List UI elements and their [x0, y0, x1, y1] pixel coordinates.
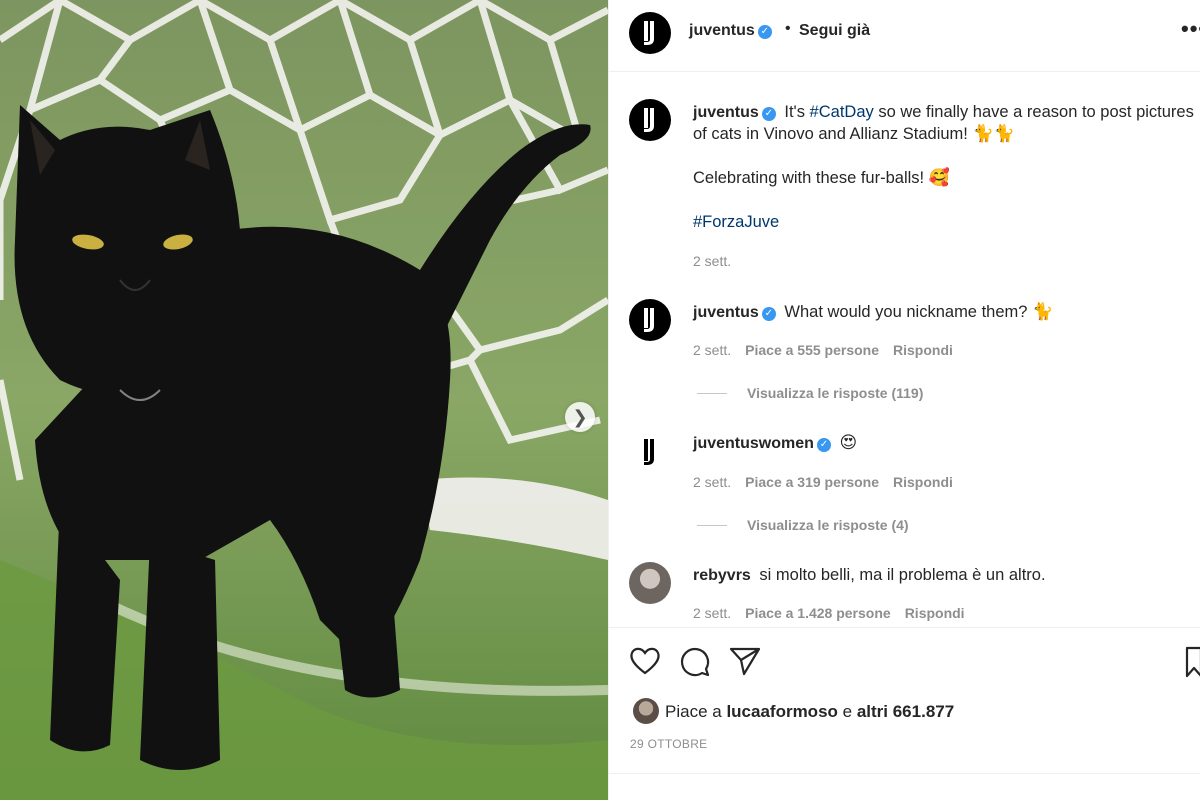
author-username[interactable]: juventus ✓ [689, 22, 772, 40]
comment-body: si molto belli, ma il problema è un altr… [759, 566, 1046, 584]
caption-username[interactable]: juventus ✓ [693, 104, 776, 121]
caption-text: Celebrating with these fur-balls! [693, 169, 929, 187]
post-actions: Piace a lucaaformoso e altri 661.877 29 … [609, 627, 1200, 773]
liker-username-link[interactable]: lucaaformoso [726, 702, 837, 721]
likes-conjunction: e [837, 702, 857, 721]
cat-emoji: 🐈🐈 [972, 124, 1015, 144]
juventus-logo-icon [644, 308, 654, 332]
caption-line-4: #ForzaJuve [693, 211, 779, 233]
verified-badge-icon: ✓ [816, 438, 831, 452]
caption-time[interactable]: 2 sett. [693, 253, 731, 269]
comment-meta: 2 sett. Piace a 319 persone Rispondi [693, 474, 967, 490]
paper-plane-icon[interactable] [729, 646, 761, 676]
view-replies-button[interactable]: Visualizza le risposte (119) [697, 385, 923, 401]
view-replies-label: Visualizza le risposte (4) [747, 517, 909, 533]
caption-meta: 2 sett. [693, 253, 745, 269]
next-photo-button[interactable]: ❯ [565, 402, 595, 432]
post-header: juventus✓ • Segui già ••• [609, 0, 1200, 72]
cat-photo-image [0, 0, 608, 800]
cat-emoji: 🐈 [1032, 302, 1054, 322]
hashtag-catday-link[interactable]: #CatDay [810, 103, 874, 121]
comment-text: rebyvrs si molto belli, ma il problema è… [693, 564, 1046, 587]
comment-body: What would you nickname them? [784, 303, 1033, 321]
caption-text: of cats in Vinovo and Allianz Stadium! [693, 125, 973, 143]
separator-dot: • [785, 20, 791, 37]
comment-text: juventus ✓ What would you nickname them? … [693, 301, 1053, 324]
chevron-right-icon: ❯ [572, 406, 588, 427]
heart-icon[interactable] [629, 646, 661, 676]
more-options-icon[interactable]: ••• [1181, 16, 1200, 42]
comment-time[interactable]: 2 sett. [693, 605, 731, 621]
comment-avatar[interactable] [629, 562, 671, 604]
likes-prefix: Piace a [665, 702, 727, 721]
comment-meta: 2 sett. Piace a 1.428 persone Rispondi [693, 605, 979, 621]
comment-username[interactable]: rebyvrs [693, 567, 751, 584]
comment-avatar[interactable] [629, 431, 671, 473]
comment-icon[interactable] [679, 646, 711, 678]
likes-others-link[interactable]: altri 661.877 [857, 702, 954, 721]
caption-text: It's [784, 103, 810, 121]
view-replies-label: Visualizza le risposte (119) [747, 385, 924, 401]
replies-divider [697, 393, 727, 394]
juventus-logo-icon [644, 21, 654, 45]
comment-meta: 2 sett. Piace a 555 persone Rispondi [693, 342, 967, 358]
comment-likes-count[interactable]: Piace a 319 persone [745, 474, 879, 490]
comment-likes-count[interactable]: Piace a 555 persone [745, 342, 879, 358]
follow-status-button[interactable]: Segui già [799, 22, 870, 40]
post-date[interactable]: 29 OTTOBRE [630, 737, 707, 751]
caption-line-3: Celebrating with these fur-balls! 🥰 [693, 167, 950, 189]
verified-badge-icon: ✓ [761, 107, 776, 121]
comment-likes-count[interactable]: Piace a 1.428 persone [745, 605, 891, 621]
author-avatar[interactable] [629, 12, 671, 54]
juventus-logo-icon [644, 108, 654, 132]
comment-time[interactable]: 2 sett. [693, 342, 731, 358]
caption-line-2: of cats in Vinovo and Allianz Stadium! 🐈… [693, 123, 1015, 145]
reply-button[interactable]: Rispondi [905, 605, 965, 621]
comment-avatar[interactable] [629, 299, 671, 341]
caption-line-1: juventus ✓ It's #CatDay so we finally hav… [693, 101, 1194, 124]
comment-username[interactable]: juventuswomen ✓ [693, 435, 831, 452]
hashtag-forzajuve-link[interactable]: #ForzaJuve [693, 213, 779, 231]
comment-time[interactable]: 2 sett. [693, 474, 731, 490]
reply-button[interactable]: Rispondi [893, 342, 953, 358]
comment-text: juventuswomen ✓ 😍 [693, 432, 857, 455]
comment-username[interactable]: juventus ✓ [693, 304, 776, 321]
post-side-panel: juventus✓ • Segui già ••• juventus✓ It's… [608, 0, 1200, 800]
add-comment-bar[interactable] [609, 773, 1200, 800]
bookmark-icon[interactable] [1185, 646, 1200, 678]
view-replies-button[interactable]: Visualizza le risposte (4) [697, 517, 909, 533]
caption-text: so we finally have a reason to post pict… [873, 103, 1194, 121]
likes-summary: Piace a lucaaformoso e altri 661.877 [665, 702, 954, 722]
replies-divider [697, 525, 727, 526]
liker-avatar[interactable] [633, 698, 659, 724]
post-photo[interactable]: ❯ [0, 0, 608, 800]
verified-badge-icon: ✓ [761, 307, 776, 321]
reply-button[interactable]: Rispondi [893, 474, 953, 490]
smiling-hearts-emoji: 🥰 [928, 168, 950, 188]
comments-list[interactable]: juventus ✓ It's #CatDay so we finally hav… [609, 73, 1200, 626]
verified-badge-icon: ✓ [757, 25, 772, 39]
heart-eyes-emoji: 😍 [839, 433, 858, 453]
caption-avatar[interactable] [629, 99, 671, 141]
juventus-logo-icon [644, 439, 654, 465]
